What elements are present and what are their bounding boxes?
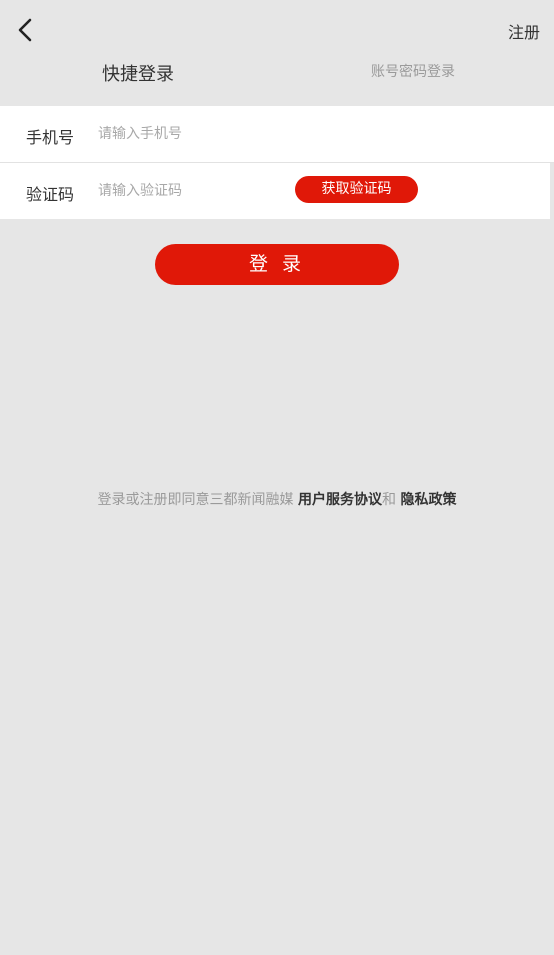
code-label: 验证码 — [26, 185, 75, 204]
agreement-and: 和 — [382, 492, 401, 508]
code-input[interactable] — [98, 177, 278, 205]
top-bar: 注册 快捷登录 账号密码登录 — [0, 0, 554, 105]
phone-label: 手机号 — [26, 128, 75, 147]
register-link[interactable]: 注册 — [508, 19, 540, 43]
back-button[interactable] — [12, 14, 40, 46]
get-code-button[interactable]: 获取验证码 — [295, 176, 418, 203]
phone-row: 手机号 — [0, 106, 554, 162]
tab-quick-login[interactable]: 快捷登录 — [102, 60, 174, 86]
login-button[interactable]: 登 录 — [155, 244, 399, 285]
chevron-left-icon — [18, 18, 32, 42]
privacy-policy-link[interactable]: 隐私政策 — [400, 492, 456, 508]
service-agreement-link[interactable]: 用户服务协议 — [298, 492, 382, 508]
agreement-prefix: 登录或注册即同意三都新闻融媒 — [97, 492, 298, 508]
phone-input[interactable] — [98, 120, 278, 148]
agreement-text: 登录或注册即同意三都新闻融媒 用户服务协议和 隐私政策 — [0, 489, 554, 509]
tab-password-login[interactable]: 账号密码登录 — [371, 61, 455, 81]
verification-code-row: 验证码 获取验证码 — [0, 163, 550, 219]
